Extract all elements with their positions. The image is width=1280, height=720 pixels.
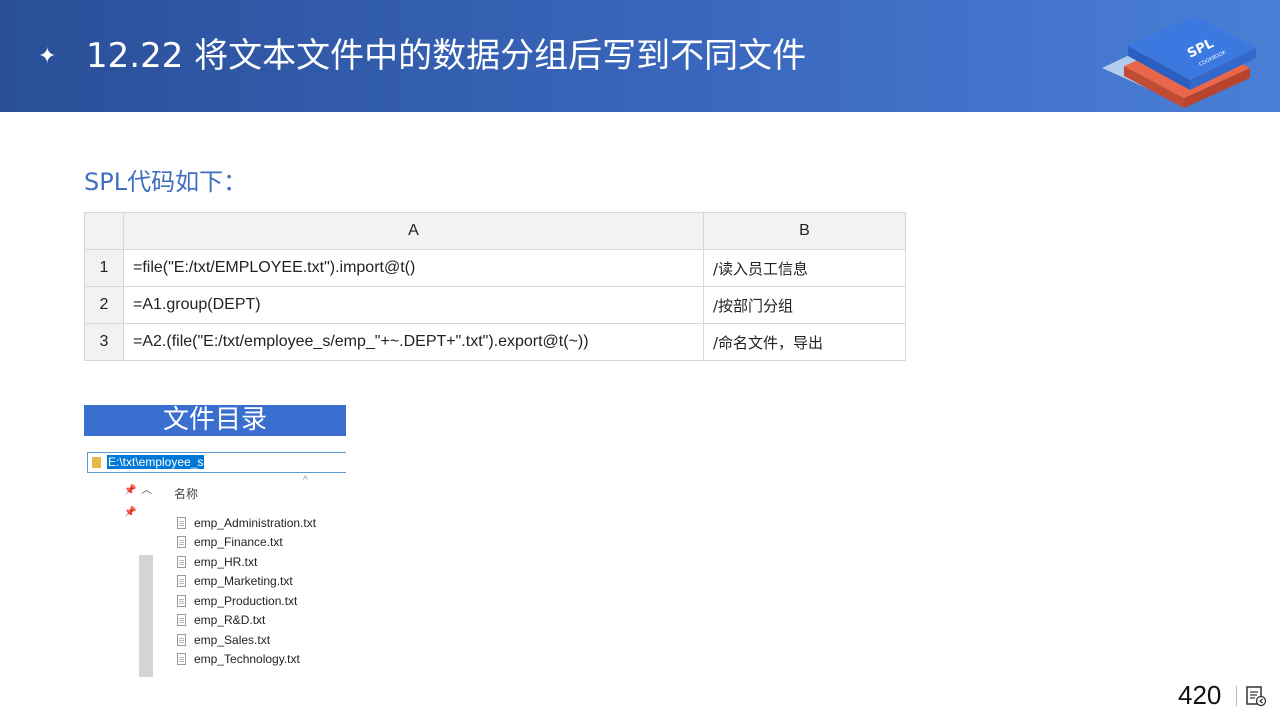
table-row: 1 =file("E:/txt/EMPLOYEE.txt").import@t(… <box>84 249 906 287</box>
corner-cell <box>84 212 124 250</box>
list-item[interactable]: emp_Sales.txt <box>177 630 316 650</box>
notes-icon[interactable] <box>1245 685 1267 707</box>
footer-divider <box>1236 686 1237 706</box>
table-row: 3 =A2.(file("E:/txt/employee_s/emp_"+~.D… <box>84 323 906 361</box>
file-name: emp_R&D.txt <box>194 613 266 628</box>
address-path: E:\txt\employee_s <box>107 455 205 469</box>
comment-cell: /按部门分组 <box>703 286 906 324</box>
star-bullet-icon: ✦ <box>38 43 57 68</box>
scrollbar[interactable] <box>139 555 153 677</box>
file-name: emp_Production.txt <box>194 593 298 608</box>
column-header-b: B <box>703 212 906 250</box>
text-file-icon <box>177 633 186 646</box>
row-number: 2 <box>84 286 124 324</box>
text-file-icon <box>177 555 186 568</box>
directory-title: 文件目录 <box>84 405 346 436</box>
comment-cell: /命名文件，导出 <box>703 323 906 361</box>
title-banner: ✦ 12.22 将文本文件中的数据分组后写到不同文件 SPL COOKBOOK <box>0 0 1280 112</box>
page-number: 420 <box>1178 680 1222 710</box>
list-item[interactable]: emp_HR.txt <box>177 552 316 572</box>
list-item[interactable]: emp_Production.txt <box>177 591 316 611</box>
code-cell: =file("E:/txt/EMPLOYEE.txt").import@t() <box>123 249 704 287</box>
file-explorer-screenshot: E:\txt\employee_s 📌 📌 ︿ 名称 ^ emp_Adminis… <box>84 445 346 677</box>
pin-icon[interactable]: 📌 <box>124 507 136 518</box>
file-name: emp_Sales.txt <box>194 632 271 647</box>
list-item[interactable]: emp_Finance.txt <box>177 533 316 553</box>
file-name: emp_Marketing.txt <box>194 574 293 589</box>
file-name: emp_Technology.txt <box>194 652 300 667</box>
spl-code-table: A B 1 =file("E:/txt/EMPLOYEE.txt").impor… <box>84 212 906 361</box>
row-number: 1 <box>84 249 124 287</box>
text-file-icon <box>177 536 186 549</box>
column-header-a: A <box>123 212 704 250</box>
folder-icon <box>92 457 101 468</box>
section-subtitle: SPL代码如下： <box>84 168 248 196</box>
list-item[interactable]: emp_Marketing.txt <box>177 572 316 592</box>
name-column-header[interactable]: 名称 <box>174 485 198 502</box>
list-item[interactable]: emp_Technology.txt <box>177 650 316 670</box>
row-number: 3 <box>84 323 124 361</box>
slide-title: 12.22 将文本文件中的数据分组后写到不同文件 <box>86 36 807 76</box>
text-file-icon <box>177 653 186 666</box>
file-name: emp_HR.txt <box>194 554 258 569</box>
table-header-row: A B <box>84 212 906 250</box>
text-file-icon <box>177 575 186 588</box>
file-name: emp_Finance.txt <box>194 535 283 550</box>
sort-chevron-icon: ^ <box>303 475 308 486</box>
comment-cell: /读入员工信息 <box>703 249 906 287</box>
text-file-icon <box>177 516 186 529</box>
file-list: emp_Administration.txt emp_Finance.txt e… <box>177 513 316 669</box>
address-bar[interactable]: E:\txt\employee_s <box>87 452 346 473</box>
code-cell: =A2.(file("E:/txt/employee_s/emp_"+~.DEP… <box>123 323 704 361</box>
text-file-icon <box>177 594 186 607</box>
pin-icon[interactable]: 📌 <box>124 485 136 496</box>
list-item[interactable]: emp_R&D.txt <box>177 611 316 631</box>
spl-cookbook-logo: SPL COOKBOOK <box>1102 16 1256 108</box>
file-name: emp_Administration.txt <box>194 515 317 530</box>
code-cell: =A1.group(DEPT) <box>123 286 704 324</box>
text-file-icon <box>177 614 186 627</box>
table-row: 2 =A1.group(DEPT) /按部门分组 <box>84 286 906 324</box>
scroll-up-chevron-icon[interactable]: ︿ <box>141 481 152 497</box>
list-item[interactable]: emp_Administration.txt <box>177 513 316 533</box>
